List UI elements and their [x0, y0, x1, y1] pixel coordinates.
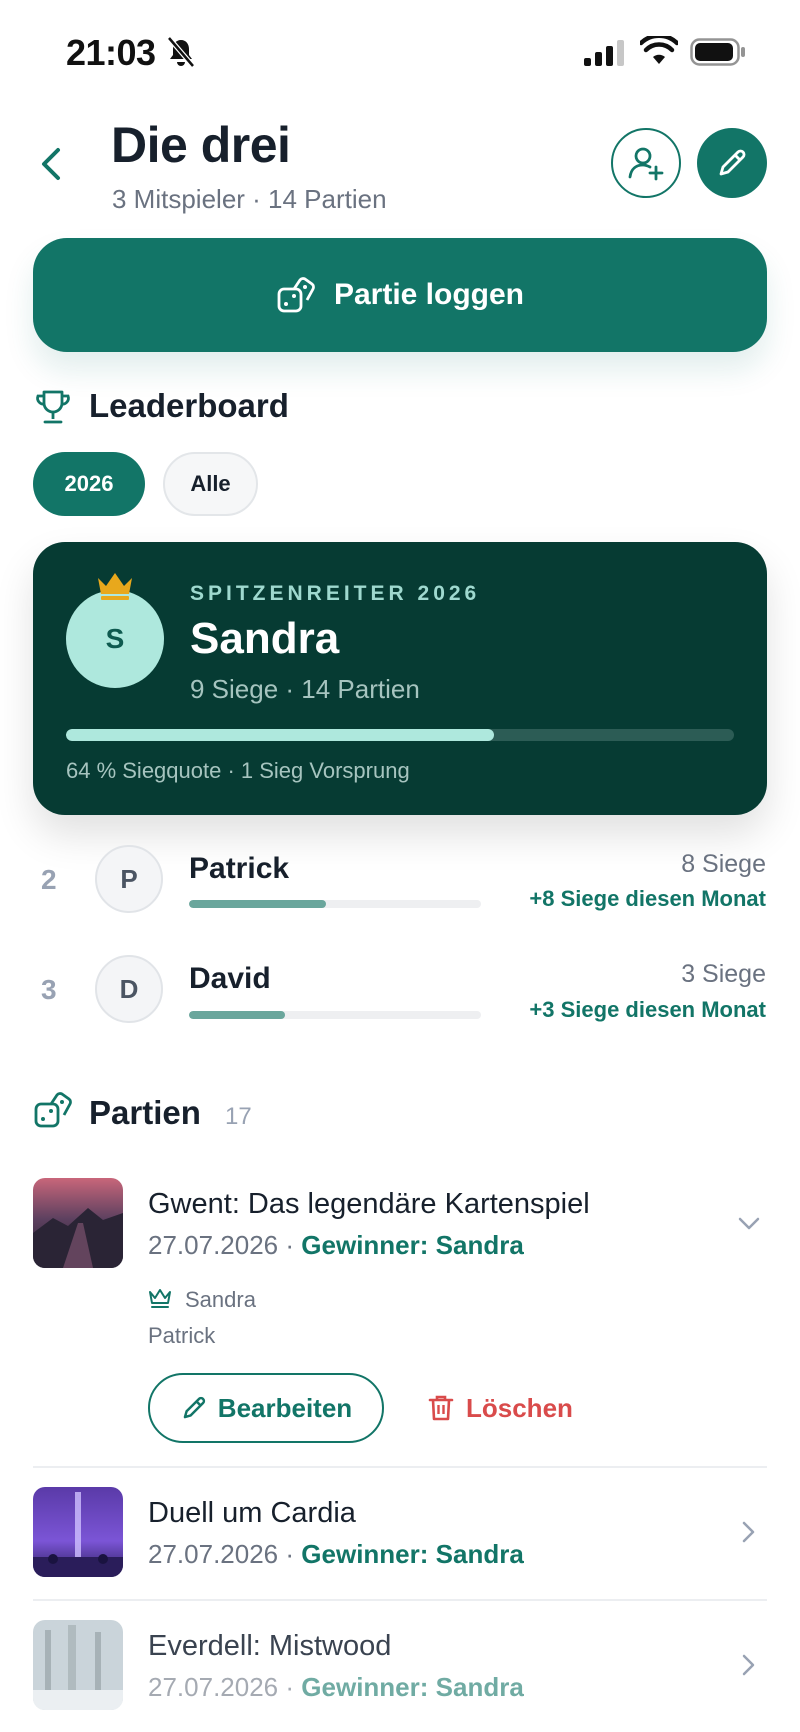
edit-game-button[interactable]: Bearbeiten — [148, 1373, 384, 1443]
meta-separator: · — [285, 1672, 295, 1702]
game-art-image — [33, 1620, 123, 1710]
player-progress-fill — [189, 1011, 286, 1019]
player-name: David — [189, 962, 271, 995]
leader-footer: 64 % Siegquote · 1 Sieg Vorsprung — [66, 758, 410, 783]
battery-icon — [690, 38, 745, 66]
chevron-right-icon[interactable] — [735, 1651, 763, 1679]
crown-icon — [98, 573, 132, 600]
pencil-icon — [183, 1396, 205, 1419]
edit-game-label: Bearbeiten — [217, 1392, 353, 1423]
leader-stats: 9 Siege · 14 Partien — [190, 674, 420, 704]
player-month-wins: +3 Siege diesen Monat — [529, 997, 766, 1022]
game-art-image — [33, 1178, 123, 1268]
chevron-down-icon[interactable] — [735, 1210, 763, 1238]
trash-icon — [428, 1395, 454, 1421]
list-divider — [33, 1466, 767, 1468]
game-thumbnail[interactable] — [33, 1487, 123, 1577]
trophy-icon — [36, 390, 70, 424]
player-month-wins: +8 Siege diesen Monat — [529, 886, 766, 911]
player-progress-fill — [189, 900, 327, 908]
chevron-right-icon[interactable] — [735, 1518, 763, 1546]
list-divider — [33, 1599, 767, 1601]
game-winner: Gewinner: Sandra — [301, 1539, 524, 1569]
leader-progress-fill — [66, 729, 494, 741]
delete-game-label: Löschen — [466, 1392, 573, 1423]
dice-icon — [34, 1092, 72, 1128]
game-date: 27.07.2026 — [148, 1230, 279, 1260]
game-winner: Gewinner: Sandra — [301, 1672, 524, 1702]
player-name: Patrick — [189, 852, 290, 885]
back-icon[interactable] — [36, 144, 66, 184]
wifi-icon — [640, 36, 678, 64]
page-title: Die drei — [111, 117, 291, 173]
game-thumbnail[interactable] — [33, 1620, 123, 1710]
log-game-label: Partie loggen — [333, 278, 525, 311]
leaderboard-title: Leaderboard — [89, 387, 289, 424]
leader-progress-track — [66, 729, 734, 741]
cellular-signal-icon — [584, 40, 624, 66]
filter-chip-alle[interactable]: Alle — [163, 452, 258, 516]
leader-name: Sandra — [190, 614, 340, 663]
game-date: 27.07.2026 — [148, 1539, 279, 1569]
filter-chip-2026[interactable]: 2026 — [33, 452, 145, 516]
bell-muted-icon — [167, 36, 195, 68]
player-wins: 8 Siege — [681, 850, 766, 878]
games-title: Partien — [89, 1094, 201, 1131]
game-title[interactable]: Duell um Cardia — [148, 1497, 356, 1530]
rank-number: 3 — [41, 974, 57, 1005]
user-plus-icon — [628, 147, 664, 181]
page-subtitle: 3 Mitspieler · 14 Partien — [112, 184, 387, 214]
player-avatar: P — [95, 845, 163, 913]
dice-icon — [277, 277, 315, 313]
player-wins: 3 Siege — [681, 960, 766, 988]
rank-number: 2 — [41, 864, 57, 895]
pencil-icon — [719, 149, 746, 176]
game-player: Patrick — [148, 1323, 216, 1348]
leader-kicker: SPITZENREITER 2026 — [190, 582, 481, 605]
status-time: 21:03 — [66, 32, 156, 73]
add-player-button[interactable] — [611, 128, 681, 198]
game-player-winner: Sandra — [185, 1287, 256, 1312]
game-title[interactable]: Everdell: Mistwood — [148, 1630, 391, 1663]
meta-separator: · — [285, 1539, 295, 1569]
log-game-button[interactable]: Partie loggen — [33, 238, 767, 352]
game-date: 27.07.2026 — [148, 1672, 279, 1702]
game-title[interactable]: Gwent: Das legendäre Kartenspiel — [148, 1188, 590, 1221]
game-meta: 27.07.2026 · Gewinner: Sandra — [148, 1230, 524, 1261]
leader-avatar: S — [66, 590, 164, 688]
delete-game-button[interactable]: Löschen — [428, 1373, 573, 1443]
game-meta: 27.07.2026 · Gewinner: Sandra — [148, 1539, 524, 1570]
edit-group-button[interactable] — [697, 128, 767, 198]
games-count: 17 — [225, 1103, 252, 1130]
game-winner: Gewinner: Sandra — [301, 1230, 524, 1260]
crown-outline-icon — [149, 1289, 171, 1308]
game-art-image — [33, 1487, 123, 1577]
game-meta: 27.07.2026 · Gewinner: Sandra — [148, 1672, 524, 1703]
game-thumbnail[interactable] — [33, 1178, 123, 1268]
meta-separator: · — [285, 1230, 295, 1260]
player-avatar: D — [95, 955, 163, 1023]
